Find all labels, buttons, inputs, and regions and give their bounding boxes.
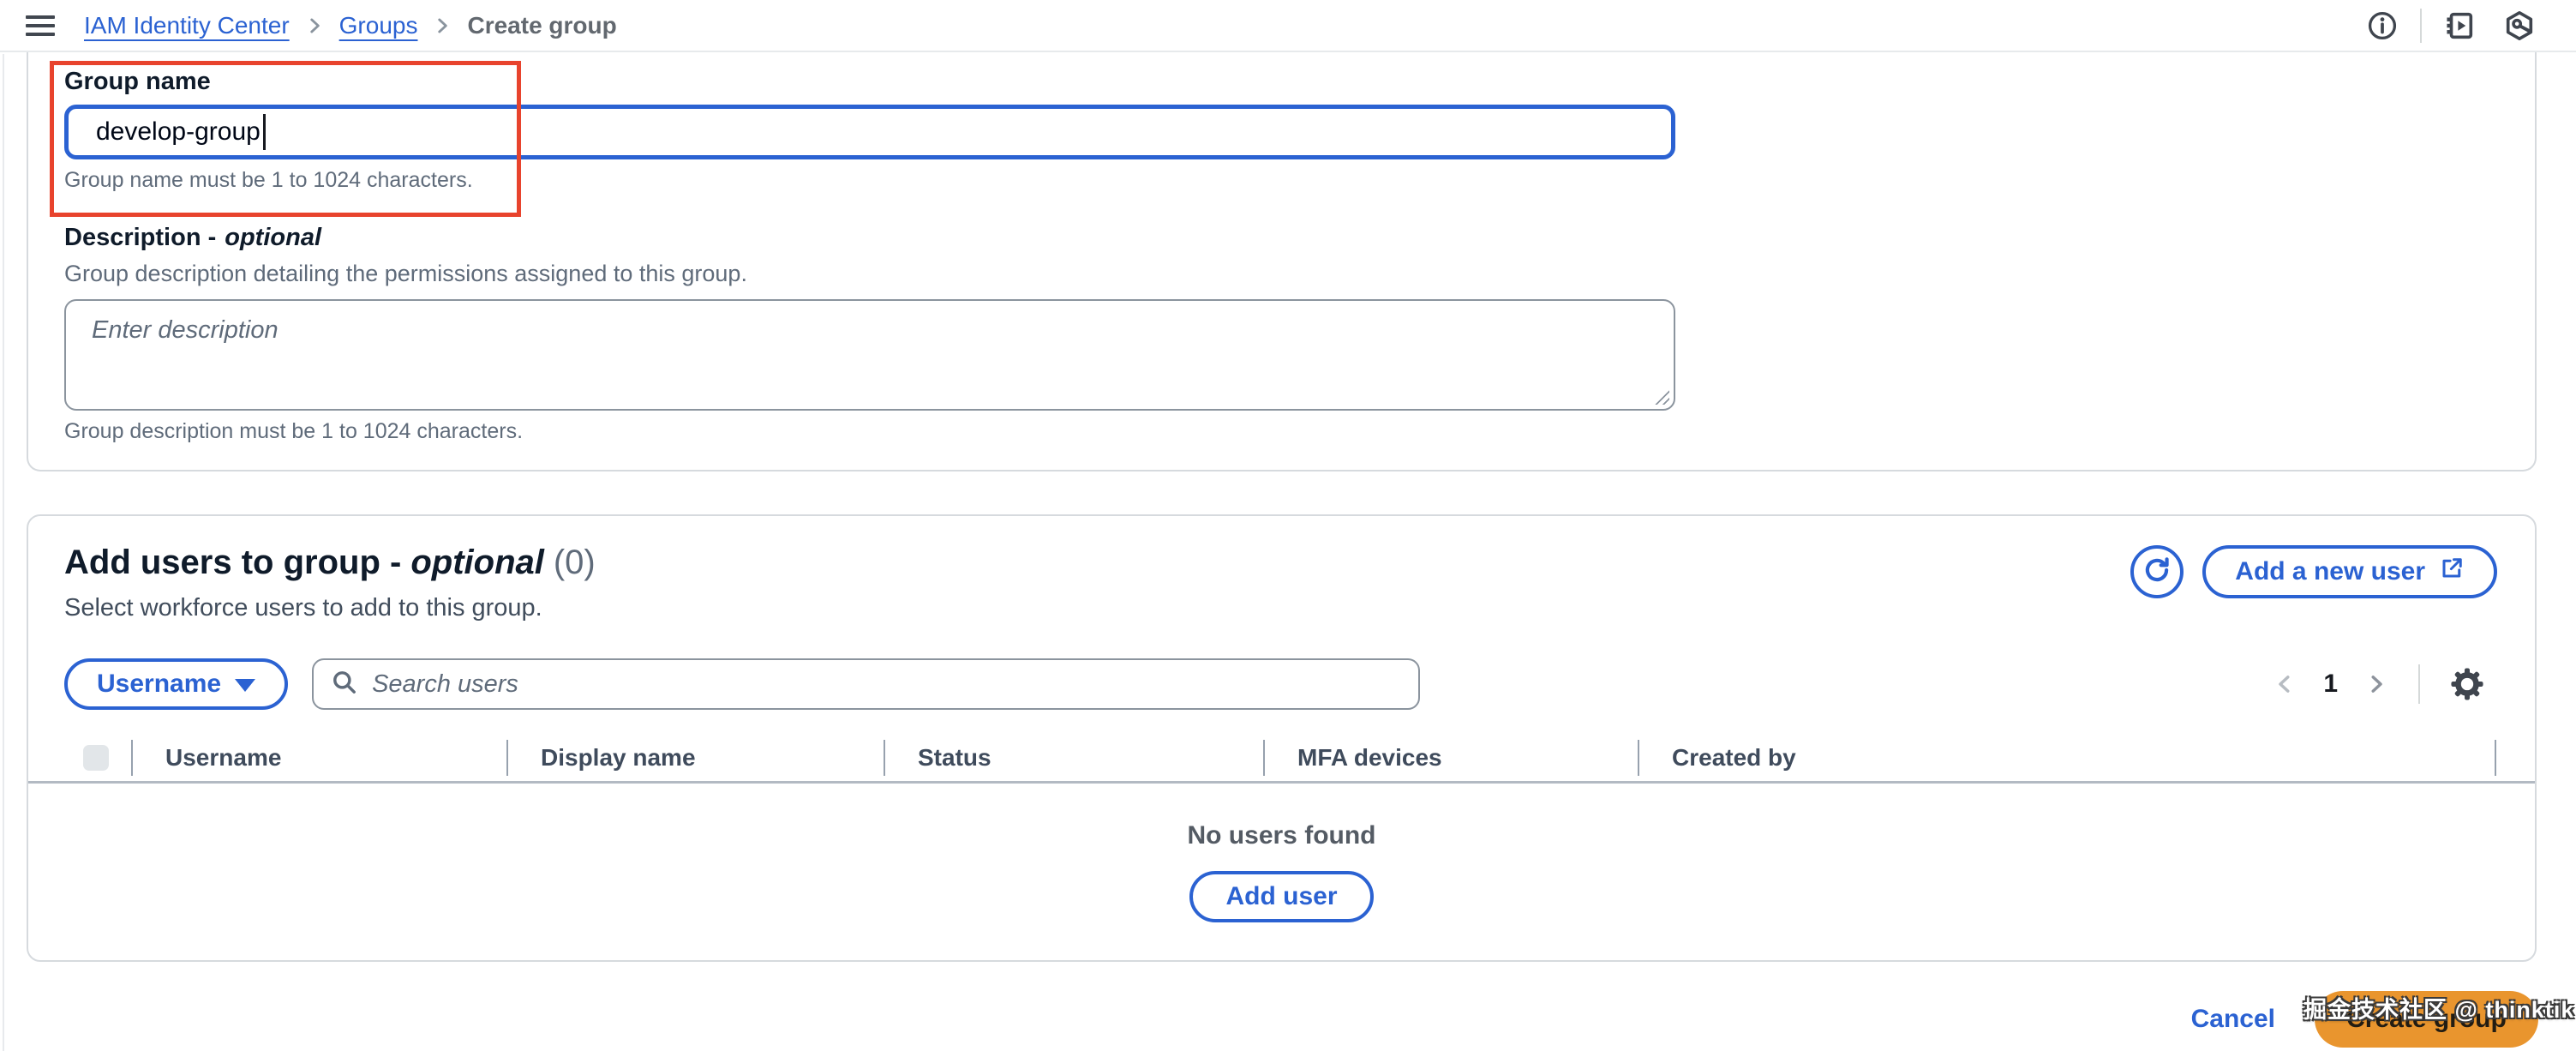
refresh-button[interactable] [2130, 545, 2184, 598]
top-navigation-bar: IAM Identity Center Groups Create group [0, 0, 2576, 52]
username-filter-dropdown[interactable]: Username [64, 658, 288, 710]
previous-page-button[interactable] [2272, 671, 2297, 697]
breadcrumb-iam-identity-center[interactable]: IAM Identity Center [84, 12, 290, 39]
select-all-checkbox[interactable] [83, 745, 109, 771]
column-header-mfa-devices: MFA devices [1263, 740, 1638, 776]
description-textarea[interactable]: Enter description [64, 299, 1675, 411]
search-icon [331, 669, 358, 700]
textarea-resize-handle[interactable] [1650, 386, 1669, 405]
breadcrumb: IAM Identity Center Groups Create group [84, 12, 617, 39]
column-header-username: Username [131, 740, 506, 776]
page-number[interactable]: 1 [2318, 670, 2343, 699]
column-header-status: Status [884, 740, 1263, 776]
tutorials-notebook-icon[interactable] [2441, 7, 2478, 45]
empty-state: No users found Add user [28, 821, 2535, 922]
text-cursor [263, 114, 266, 150]
next-page-button[interactable] [2363, 671, 2389, 697]
description-hint: Group description detailing the permissi… [64, 261, 2535, 286]
external-link-icon [2439, 556, 2465, 588]
breadcrumb-current-page: Create group [467, 12, 616, 39]
column-header-display-name: Display name [506, 740, 884, 776]
add-users-subtitle: Select workforce users to add to this gr… [64, 594, 596, 622]
users-count: (0) [554, 544, 596, 581]
group-name-label: Group name [64, 66, 2535, 97]
cloudshell-hexagon-icon[interactable] [2501, 7, 2538, 45]
add-user-button[interactable]: Add user [1189, 871, 1373, 922]
cancel-button[interactable]: Cancel [2191, 1005, 2275, 1034]
topbar-divider [2420, 9, 2422, 43]
create-group-button[interactable]: Create group [2315, 991, 2538, 1048]
add-a-new-user-button[interactable]: Add a new user [2202, 545, 2497, 598]
group-details-card: Group name develop-group Group name must… [27, 52, 2537, 471]
add-users-title: Add users to group -optional(0) [64, 542, 596, 583]
pager-divider [2418, 664, 2420, 704]
description-label: Description -optional [64, 222, 2535, 253]
group-name-input[interactable]: develop-group [64, 105, 1675, 159]
chevron-down-icon [235, 679, 255, 692]
form-actions: Cancel Create group [0, 991, 2576, 1048]
column-end-divider [2495, 740, 2496, 776]
users-table-header: Username Display name Status MFA devices… [28, 734, 2535, 784]
search-users-input[interactable]: Search users [312, 658, 1420, 710]
group-name-value: develop-group [96, 117, 261, 147]
group-name-constraint: Group name must be 1 to 1024 characters. [64, 169, 2535, 191]
column-header-created-by: Created by [1638, 740, 2495, 776]
search-placeholder: Search users [372, 670, 518, 699]
create-group-page: IAM Identity Center Groups Create group [0, 0, 2576, 1051]
chevron-right-icon [431, 15, 453, 37]
users-head-titles: Add users to group -optional(0) Select w… [64, 542, 596, 622]
topbar-actions [2363, 7, 2576, 45]
table-settings-gear-icon[interactable] [2449, 666, 2485, 702]
breadcrumb-groups[interactable]: Groups [339, 12, 418, 39]
no-users-found-text: No users found [28, 821, 2535, 850]
description-optional-label: optional [225, 224, 321, 251]
description-placeholder: Enter description [92, 316, 279, 344]
info-icon[interactable] [2363, 7, 2401, 45]
chevron-right-icon [303, 15, 326, 37]
description-constraint: Group description must be 1 to 1024 char… [64, 420, 2535, 442]
refresh-icon [2142, 555, 2172, 590]
add-users-card: Add users to group -optional(0) Select w… [27, 514, 2537, 962]
page-left-border [3, 54, 4, 1051]
menu-icon[interactable] [26, 15, 55, 36]
